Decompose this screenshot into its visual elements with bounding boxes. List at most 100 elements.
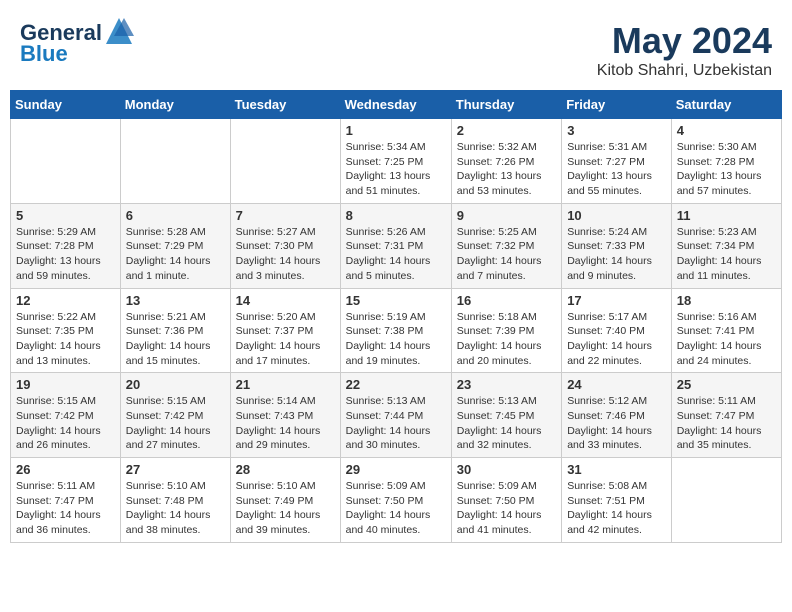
day-info: Sunrise: 5:11 AM Sunset: 7:47 PM Dayligh… — [16, 479, 115, 538]
table-row — [671, 458, 781, 543]
table-row: 9 Sunrise: 5:25 AM Sunset: 7:32 PM Daylig… — [451, 203, 561, 288]
table-row: 13 Sunrise: 5:21 AM Sunset: 7:36 PM Dayli… — [120, 288, 230, 373]
day-info: Sunrise: 5:20 AM Sunset: 7:37 PM Dayligh… — [236, 310, 335, 369]
table-row: 19 Sunrise: 5:15 AM Sunset: 7:42 PM Dayli… — [11, 373, 121, 458]
calendar-week-row: 26 Sunrise: 5:11 AM Sunset: 7:47 PM Dayli… — [11, 458, 782, 543]
logo-icon — [104, 16, 134, 46]
table-row: 5 Sunrise: 5:29 AM Sunset: 7:28 PM Daylig… — [11, 203, 121, 288]
table-row: 24 Sunrise: 5:12 AM Sunset: 7:46 PM Dayli… — [562, 373, 672, 458]
month-title: May 2024 — [597, 20, 772, 62]
day-number: 22 — [346, 377, 446, 392]
table-row: 30Sunrise: 5:09 AM Sunset: 7:50 PM Dayli… — [451, 458, 561, 543]
table-row: 21Sunrise: 5:14 AM Sunset: 7:43 PM Dayli… — [230, 373, 340, 458]
day-number: 20 — [126, 377, 225, 392]
day-number: 13 — [126, 293, 225, 308]
table-row: 4 Sunrise: 5:30 AM Sunset: 7:28 PM Daylig… — [671, 119, 781, 204]
table-row: 27 Sunrise: 5:10 AM Sunset: 7:48 PM Dayli… — [120, 458, 230, 543]
day-info: Sunrise: 5:18 AM Sunset: 7:39 PM Dayligh… — [457, 310, 556, 369]
day-info: Sunrise: 5:28 AM Sunset: 7:29 PM Dayligh… — [126, 225, 225, 284]
day-info: Sunrise: 5:08 AM Sunset: 7:51 PM Dayligh… — [567, 479, 666, 538]
day-number: 28 — [236, 462, 335, 477]
day-number: 17 — [567, 293, 666, 308]
table-row: 3Sunrise: 5:31 AM Sunset: 7:27 PM Daylig… — [562, 119, 672, 204]
day-number: 12 — [16, 293, 115, 308]
day-number: 7 — [236, 208, 335, 223]
day-info: Sunrise: 5:23 AM Sunset: 7:34 PM Dayligh… — [677, 225, 776, 284]
day-info: Sunrise: 5:10 AM Sunset: 7:48 PM Dayligh… — [126, 479, 225, 538]
day-number: 26 — [16, 462, 115, 477]
day-info: Sunrise: 5:14 AM Sunset: 7:43 PM Dayligh… — [236, 394, 335, 453]
header-friday: Friday — [562, 91, 672, 119]
day-info: Sunrise: 5:25 AM Sunset: 7:32 PM Dayligh… — [457, 225, 556, 284]
table-row: 1 Sunrise: 5:34 AM Sunset: 7:25 PM Daylig… — [340, 119, 451, 204]
day-info: Sunrise: 5:34 AM Sunset: 7:25 PM Dayligh… — [346, 140, 446, 199]
table-row: 28 Sunrise: 5:10 AM Sunset: 7:49 PM Dayli… — [230, 458, 340, 543]
day-info: Sunrise: 5:10 AM Sunset: 7:49 PM Dayligh… — [236, 479, 335, 538]
day-number: 3 — [567, 123, 666, 138]
day-info: Sunrise: 5:13 AM Sunset: 7:44 PM Dayligh… — [346, 394, 446, 453]
calendar-week-row: 19 Sunrise: 5:15 AM Sunset: 7:42 PM Dayli… — [11, 373, 782, 458]
day-info: Sunrise: 5:12 AM Sunset: 7:46 PM Dayligh… — [567, 394, 666, 453]
page-header: General Blue May 2024 Kitob Shahri, Uzbe… — [10, 10, 782, 85]
day-info: Sunrise: 5:21 AM Sunset: 7:36 PM Dayligh… — [126, 310, 225, 369]
table-row: 23 Sunrise: 5:13 AM Sunset: 7:45 PM Dayli… — [451, 373, 561, 458]
day-number: 27 — [126, 462, 225, 477]
day-number: 24 — [567, 377, 666, 392]
day-number: 25 — [677, 377, 776, 392]
day-info: Sunrise: 5:13 AM Sunset: 7:45 PM Dayligh… — [457, 394, 556, 453]
day-info: Sunrise: 5:26 AM Sunset: 7:31 PM Dayligh… — [346, 225, 446, 284]
table-row: 26 Sunrise: 5:11 AM Sunset: 7:47 PM Dayli… — [11, 458, 121, 543]
table-row: 18 Sunrise: 5:16 AM Sunset: 7:41 PM Dayli… — [671, 288, 781, 373]
table-row: 22 Sunrise: 5:13 AM Sunset: 7:44 PM Dayli… — [340, 373, 451, 458]
logo-blue-text: Blue — [20, 42, 68, 66]
table-row: 31 Sunrise: 5:08 AM Sunset: 7:51 PM Dayli… — [562, 458, 672, 543]
table-row: 10Sunrise: 5:24 AM Sunset: 7:33 PM Dayli… — [562, 203, 672, 288]
title-area: May 2024 Kitob Shahri, Uzbekistan — [597, 20, 772, 80]
day-info: Sunrise: 5:15 AM Sunset: 7:42 PM Dayligh… — [126, 394, 225, 453]
table-row: 29 Sunrise: 5:09 AM Sunset: 7:50 PM Dayli… — [340, 458, 451, 543]
day-info: Sunrise: 5:30 AM Sunset: 7:28 PM Dayligh… — [677, 140, 776, 199]
day-info: Sunrise: 5:09 AM Sunset: 7:50 PM Dayligh… — [346, 479, 446, 538]
day-number: 15 — [346, 293, 446, 308]
day-number: 16 — [457, 293, 556, 308]
day-info: Sunrise: 5:11 AM Sunset: 7:47 PM Dayligh… — [677, 394, 776, 453]
day-number: 6 — [126, 208, 225, 223]
day-info: Sunrise: 5:29 AM Sunset: 7:28 PM Dayligh… — [16, 225, 115, 284]
day-number: 11 — [677, 208, 776, 223]
day-number: 1 — [346, 123, 446, 138]
day-number: 29 — [346, 462, 446, 477]
table-row: 12 Sunrise: 5:22 AM Sunset: 7:35 PM Dayli… — [11, 288, 121, 373]
table-row: 14 Sunrise: 5:20 AM Sunset: 7:37 PM Dayli… — [230, 288, 340, 373]
table-row: 16 Sunrise: 5:18 AM Sunset: 7:39 PM Dayli… — [451, 288, 561, 373]
day-info: Sunrise: 5:15 AM Sunset: 7:42 PM Dayligh… — [16, 394, 115, 453]
day-number: 14 — [236, 293, 335, 308]
day-number: 4 — [677, 123, 776, 138]
day-number: 8 — [346, 208, 446, 223]
table-row: 7 Sunrise: 5:27 AM Sunset: 7:30 PM Daylig… — [230, 203, 340, 288]
table-row — [230, 119, 340, 204]
day-number: 5 — [16, 208, 115, 223]
day-number: 18 — [677, 293, 776, 308]
day-number: 9 — [457, 208, 556, 223]
logo: General Blue — [20, 20, 134, 66]
calendar-week-row: 12 Sunrise: 5:22 AM Sunset: 7:35 PM Dayli… — [11, 288, 782, 373]
calendar-table: Sunday Monday Tuesday Wednesday Thursday… — [10, 90, 782, 543]
day-info: Sunrise: 5:32 AM Sunset: 7:26 PM Dayligh… — [457, 140, 556, 199]
calendar-week-row: 5 Sunrise: 5:29 AM Sunset: 7:28 PM Daylig… — [11, 203, 782, 288]
day-info: Sunrise: 5:22 AM Sunset: 7:35 PM Dayligh… — [16, 310, 115, 369]
table-row: 15Sunrise: 5:19 AM Sunset: 7:38 PM Dayli… — [340, 288, 451, 373]
day-number: 19 — [16, 377, 115, 392]
day-number: 23 — [457, 377, 556, 392]
table-row: 8 Sunrise: 5:26 AM Sunset: 7:31 PM Daylig… — [340, 203, 451, 288]
day-info: Sunrise: 5:16 AM Sunset: 7:41 PM Dayligh… — [677, 310, 776, 369]
table-row: 11 Sunrise: 5:23 AM Sunset: 7:34 PM Dayli… — [671, 203, 781, 288]
day-number: 30 — [457, 462, 556, 477]
day-number: 10 — [567, 208, 666, 223]
table-row: 17 Sunrise: 5:17 AM Sunset: 7:40 PM Dayli… — [562, 288, 672, 373]
day-number: 31 — [567, 462, 666, 477]
table-row — [11, 119, 121, 204]
header-monday: Monday — [120, 91, 230, 119]
day-info: Sunrise: 5:17 AM Sunset: 7:40 PM Dayligh… — [567, 310, 666, 369]
day-info: Sunrise: 5:27 AM Sunset: 7:30 PM Dayligh… — [236, 225, 335, 284]
table-row: 20 Sunrise: 5:15 AM Sunset: 7:42 PM Dayli… — [120, 373, 230, 458]
